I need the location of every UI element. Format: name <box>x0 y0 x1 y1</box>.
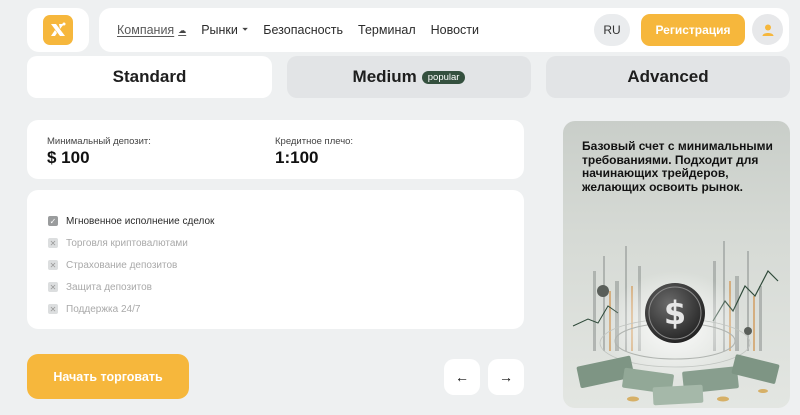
cross-icon: ✕ <box>48 282 58 292</box>
arrow-right-icon: → <box>499 369 513 385</box>
logo[interactable] <box>27 8 89 52</box>
plan-stats-card: Минимальный депозит: $ 100 Кредитное пле… <box>27 120 524 179</box>
logo-icon <box>43 15 73 45</box>
feature-item: ✓ Мгновенное исполнение сделок <box>48 215 215 227</box>
nav-link-terminal[interactable]: Терминал <box>358 23 416 37</box>
popular-badge: popular <box>421 70 466 84</box>
cross-icon: ✕ <box>48 304 58 314</box>
dollar-coin-illustration: $ <box>572 241 780 406</box>
language-button[interactable]: RU <box>594 14 630 46</box>
promo-card: Базовый счет с минимальными требованиями… <box>563 121 790 408</box>
next-button[interactable]: → <box>488 359 524 395</box>
feature-item: ✕ Поддержка 24/7 <box>48 303 141 315</box>
min-deposit-value: $ 100 <box>47 148 90 167</box>
feature-item: ✕ Защита депозитов <box>48 281 152 293</box>
check-icon: ✓ <box>48 216 58 226</box>
nav-links: Компания ☁ Рынки ⏷ Безопасность Терминал… <box>117 8 494 52</box>
leverage-label: Кредитное плечо: <box>275 136 354 147</box>
register-button[interactable]: Регистрация <box>641 14 745 46</box>
top-navbar: Компания ☁ Рынки ⏷ Безопасность Терминал… <box>99 8 789 52</box>
feature-item: ✕ Торговля криптовалютами <box>48 237 188 249</box>
nav-link-markets[interactable]: Рынки ⏷ <box>201 23 248 37</box>
min-deposit: Минимальный депозит: $ 100 <box>47 136 151 168</box>
svg-text:$: $ <box>664 294 686 332</box>
nav-link-security[interactable]: Безопасность <box>263 23 343 37</box>
chevron-up-icon: ☁ <box>178 25 187 35</box>
tab-standard[interactable]: Standard <box>27 56 272 98</box>
arrow-left-icon: ← <box>455 369 469 385</box>
feature-item: ✕ Страхование депозитов <box>48 259 178 271</box>
leverage-value: 1:100 <box>275 148 319 167</box>
promo-text: Базовый счет с минимальными требованиями… <box>582 139 773 194</box>
avatar[interactable] <box>752 14 783 45</box>
nav-link-company[interactable]: Компания ☁ <box>117 23 186 37</box>
nav-link-news[interactable]: Новости <box>431 23 479 37</box>
user-icon <box>762 24 773 36</box>
min-deposit-label: Минимальный депозит: <box>47 136 151 147</box>
cross-icon: ✕ <box>48 260 58 270</box>
feature-list: ✓ Мгновенное исполнение сделок ✕ Торговл… <box>48 210 214 320</box>
start-trading-button[interactable]: Начать торговать <box>27 354 189 399</box>
tab-medium[interactable]: Medium popular <box>287 56 531 98</box>
cross-icon: ✕ <box>48 238 58 248</box>
tab-advanced[interactable]: Advanced <box>546 56 790 98</box>
chevron-down-icon: ⏷ <box>241 25 249 34</box>
prev-button[interactable]: ← <box>444 359 480 395</box>
plan-features-card: ✓ Мгновенное исполнение сделок ✕ Торговл… <box>27 190 524 329</box>
leverage: Кредитное плечо: 1:100 <box>275 136 353 168</box>
